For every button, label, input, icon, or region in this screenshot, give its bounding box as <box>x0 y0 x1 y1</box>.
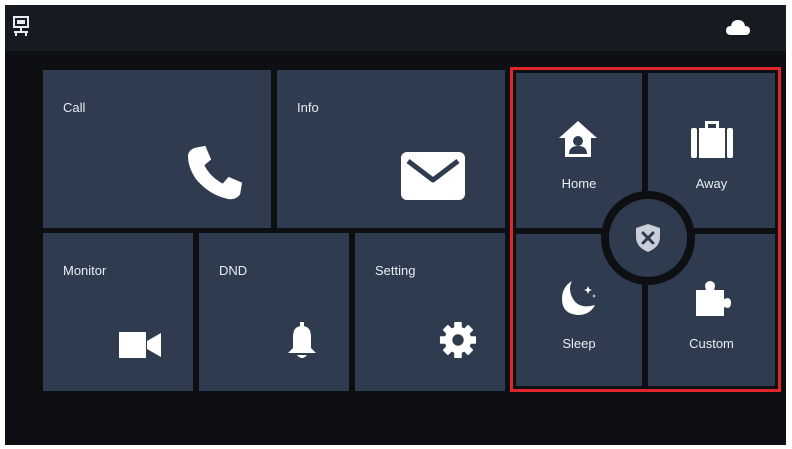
intercom-screen: Call Info Monitor DND Setting Home Away … <box>5 5 786 445</box>
home-icon <box>559 121 597 157</box>
monitor-label: Monitor <box>63 263 107 278</box>
gear-icon <box>439 321 477 359</box>
suitcase-icon <box>691 121 733 158</box>
dnd-label: DND <box>219 263 248 278</box>
away-label: Away <box>695 176 728 191</box>
disarm-button-backdrop <box>601 191 695 285</box>
home-label: Home <box>561 176 597 191</box>
status-bar <box>5 5 786 51</box>
moon-icon <box>562 281 596 315</box>
dnd-tile[interactable]: DND <box>199 233 349 391</box>
call-tile[interactable]: Call <box>43 70 271 228</box>
info-tile[interactable]: Info <box>277 70 505 228</box>
video-camera-icon <box>119 332 161 358</box>
phone-icon <box>187 145 243 200</box>
sleep-label: Sleep <box>562 336 596 351</box>
envelope-icon <box>401 152 465 200</box>
bell-icon <box>288 322 316 358</box>
network-icon <box>13 16 29 36</box>
disarm-button[interactable] <box>609 199 687 277</box>
setting-tile[interactable]: Setting <box>355 233 505 391</box>
call-label: Call <box>63 100 86 115</box>
setting-label: Setting <box>375 263 416 278</box>
cloud-icon <box>726 20 750 35</box>
info-label: Info <box>297 100 319 115</box>
puzzle-icon <box>696 281 731 316</box>
shield-x-icon <box>636 224 660 252</box>
custom-label: Custom <box>689 336 734 351</box>
monitor-tile[interactable]: Monitor <box>43 233 193 391</box>
